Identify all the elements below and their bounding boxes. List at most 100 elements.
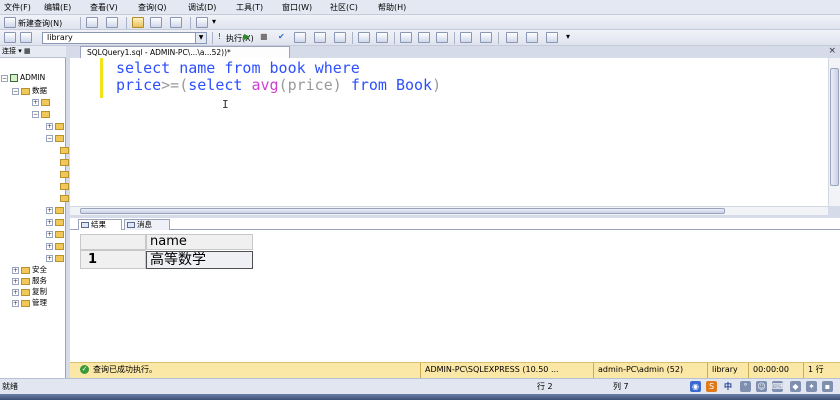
scrollbar-thumb[interactable] — [80, 208, 725, 214]
scrollbar-thumb[interactable] — [830, 68, 839, 186]
ime-globe-icon[interactable]: ◉ — [690, 381, 701, 392]
results-to-text-icon[interactable] — [400, 32, 412, 43]
tree-node-db[interactable]: − — [32, 109, 52, 119]
query-status-bar: ✓ 查询已成功执行。 ADMIN-PC\SQLEXPRESS (10.50 ...… — [70, 362, 840, 378]
menu-file[interactable]: 文件(F) — [4, 2, 31, 13]
menu-community[interactable]: 社区(C) — [330, 2, 358, 13]
editor-vertical-scrollbar[interactable] — [828, 58, 840, 206]
tree-node-db[interactable]: + — [32, 97, 52, 107]
collapse-icon[interactable]: − — [12, 87, 19, 95]
indent-icon[interactable] — [526, 32, 538, 43]
chevron-down-icon[interactable]: ▼ — [195, 33, 206, 43]
cancel-query-icon[interactable]: ■ — [260, 32, 268, 41]
ime-mode-label[interactable]: 中 — [724, 379, 732, 394]
specify-values-icon[interactable] — [546, 32, 558, 43]
expand-icon[interactable]: + — [12, 277, 19, 285]
outdent-icon[interactable] — [506, 32, 518, 43]
tree-node-subfolder[interactable]: + — [46, 205, 66, 215]
collapse-icon[interactable]: − — [1, 74, 8, 82]
menu-edit[interactable]: 编辑(E) — [44, 2, 71, 13]
code-line-1[interactable]: select name from book where — [116, 59, 360, 77]
new-query-button[interactable]: 新建查询(N) — [18, 18, 62, 29]
collapse-icon[interactable]: − — [32, 110, 39, 118]
expand-icon[interactable]: + — [46, 254, 53, 262]
ime-logo-icon[interactable]: S — [706, 381, 717, 392]
menu-tools[interactable]: 工具(T) — [236, 2, 263, 13]
new-file-icon[interactable] — [86, 17, 98, 28]
tree-node-security[interactable]: + 安全 — [12, 264, 47, 274]
add-item-icon[interactable] — [106, 17, 118, 28]
row-header[interactable]: 1 — [80, 250, 146, 269]
parse-icon[interactable]: ✔ — [278, 32, 285, 41]
tree-node-subfolder[interactable]: − — [46, 133, 66, 143]
ime-skin-icon[interactable]: ◆ — [790, 381, 801, 392]
results-grid-icon[interactable] — [418, 32, 430, 43]
tree-node-server[interactable]: − ADMIN — [1, 73, 45, 83]
filter-icon[interactable]: ▦ — [24, 47, 31, 55]
sql-editor[interactable]: select name from book where price>=(sele… — [70, 58, 828, 206]
ime-punctuation-icon[interactable]: ° — [740, 381, 751, 392]
change-connection-icon[interactable] — [20, 32, 32, 43]
expand-icon[interactable]: + — [12, 299, 19, 307]
ime-keyboard-icon[interactable]: ⌨ — [772, 381, 784, 392]
tree-node-replication[interactable]: + 复制 — [12, 286, 47, 296]
expand-icon[interactable]: + — [46, 206, 53, 214]
menu-help[interactable]: 帮助(H) — [378, 2, 406, 13]
tree-node-subfolder[interactable]: + — [46, 121, 66, 131]
menu-query[interactable]: 查询(Q) — [138, 2, 167, 13]
expand-icon[interactable]: + — [32, 98, 39, 106]
expand-icon[interactable]: + — [46, 242, 53, 250]
results-grid: name 1 高等数学 — [70, 230, 840, 362]
tab-results[interactable]: 结果 — [78, 219, 122, 230]
open-file-icon[interactable] — [132, 17, 144, 28]
save-icon[interactable] — [150, 17, 162, 28]
tree-node-subfolder[interactable]: + — [46, 217, 66, 227]
menu-debug[interactable]: 调试(D) — [188, 2, 216, 13]
column-header-name[interactable]: name — [146, 234, 253, 250]
toolbar-overflow-icon[interactable]: ▾ — [566, 32, 570, 41]
ready-status: 就绪 — [2, 382, 18, 391]
display-plan-icon[interactable] — [294, 32, 306, 43]
tree-node-subfolder[interactable]: + — [46, 253, 66, 263]
toolbar-overflow-icon[interactable]: ▾ — [212, 17, 216, 26]
tree-node-databases[interactable]: − 数据 — [12, 85, 47, 95]
ime-menu-icon[interactable]: ▪ — [822, 381, 833, 392]
results-to-grid-icon[interactable] — [334, 32, 346, 43]
activity-monitor-icon[interactable] — [196, 17, 208, 28]
database-select[interactable]: library ▼ — [42, 32, 207, 44]
connect-label[interactable]: 连接 — [2, 47, 16, 55]
menu-window[interactable]: 窗口(W) — [282, 2, 312, 13]
database-name: library — [707, 363, 748, 378]
client-stats-icon[interactable] — [376, 32, 388, 43]
server-label: ADMIN — [20, 73, 46, 82]
expand-icon[interactable]: + — [12, 266, 19, 274]
print-icon[interactable] — [170, 17, 182, 28]
menu-view[interactable]: 查看(V) — [90, 2, 118, 13]
query-designer-icon[interactable] — [314, 32, 326, 43]
grid-corner[interactable] — [80, 234, 146, 250]
tree-node-subfolder[interactable]: + — [46, 229, 66, 239]
close-icon[interactable]: × — [828, 46, 836, 57]
tree-node-server-objects[interactable]: + 服务 — [12, 275, 47, 285]
include-plan-icon[interactable] — [358, 32, 370, 43]
ime-emoji-icon[interactable]: ☺ — [756, 381, 767, 392]
tab-messages[interactable]: 消息 — [124, 219, 170, 230]
keyword-from: from — [350, 76, 387, 94]
ime-settings-icon[interactable]: ✦ — [806, 381, 817, 392]
collapse-icon[interactable]: − — [46, 134, 53, 142]
debug-icon[interactable]: ▶ — [244, 32, 250, 41]
editor-horizontal-scrollbar[interactable] — [70, 206, 828, 215]
code-line-2[interactable]: price>=(select avg(price) from Book) — [116, 76, 441, 94]
uncomment-icon[interactable] — [480, 32, 492, 43]
expand-icon[interactable]: + — [12, 288, 19, 296]
comment-icon[interactable] — [460, 32, 472, 43]
expand-icon[interactable]: + — [46, 122, 53, 130]
tab-sqlquery1[interactable]: SQLQuery1.sql - ADMIN-PC\...\a...52))* — [80, 46, 290, 58]
expand-icon[interactable]: + — [46, 230, 53, 238]
connect-icon[interactable] — [4, 32, 16, 43]
tree-node-subfolder[interactable]: + — [46, 241, 66, 251]
results-file-icon[interactable] — [436, 32, 448, 43]
expand-icon[interactable]: + — [46, 218, 53, 226]
grid-cell-name[interactable]: 高等数学 — [146, 251, 253, 269]
tree-node-management[interactable]: + 管理 — [12, 297, 47, 307]
